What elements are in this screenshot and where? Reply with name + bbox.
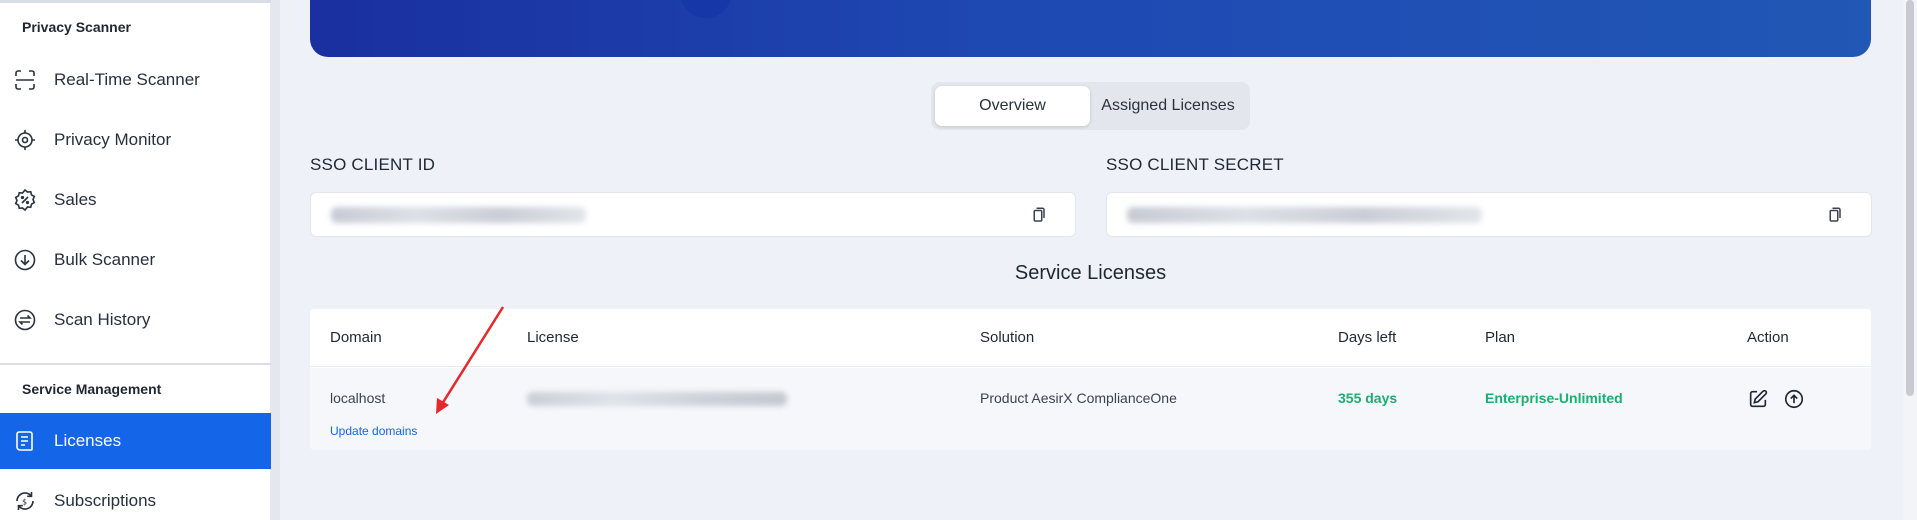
sidebar-item-licenses[interactable]: Licenses: [0, 413, 271, 469]
section-title-service-management: Service Management: [22, 381, 162, 397]
table-row: localhost Update domains Product AesirX …: [310, 368, 1871, 450]
copy-icon[interactable]: [1825, 206, 1843, 224]
sidebar-item-real-time-scanner[interactable]: Real-Time Scanner: [0, 52, 271, 108]
sidebar-item-scan-history[interactable]: Scan History: [0, 292, 271, 348]
sidebar-item-label: Licenses: [54, 431, 122, 450]
sidebar-item-label: Scan History: [54, 310, 151, 329]
sidebar: Privacy Scanner Real-Time Scanner Privac…: [0, 0, 271, 520]
sidebar-item-subscriptions[interactable]: $ Subscriptions: [0, 473, 271, 520]
section-title-privacy-scanner: Privacy Scanner: [22, 19, 131, 35]
column-domain: Domain: [330, 329, 382, 346]
column-plan: Plan: [1485, 329, 1516, 346]
subscription-icon: $: [12, 488, 38, 514]
sidebar-item-privacy-monitor[interactable]: Privacy Monitor: [0, 112, 271, 168]
plan-cell: Enterprise-Unlimited: [1485, 390, 1623, 406]
copy-icon[interactable]: [1029, 206, 1047, 224]
tab-overview[interactable]: Overview: [935, 86, 1090, 126]
discount-icon: [12, 187, 38, 213]
license-icon: [12, 428, 38, 454]
sidebar-gutter: [271, 0, 280, 520]
sidebar-item-label: Real-Time Scanner: [54, 70, 200, 89]
column-action: Action: [1747, 329, 1789, 346]
table-header: Domain License Solution Days left Plan A…: [310, 309, 1871, 367]
days-left-cell: 355 days: [1338, 390, 1398, 406]
sso-client-id-field[interactable]: [310, 192, 1076, 237]
sidebar-item-sales[interactable]: Sales: [0, 172, 271, 228]
column-days-left: Days left: [1338, 329, 1397, 346]
history-icon: [12, 307, 38, 333]
redacted-client-secret: [1127, 207, 1482, 223]
scan-icon: [12, 67, 38, 93]
licenses-table: Domain License Solution Days left Plan A…: [310, 309, 1871, 450]
column-license: License: [527, 329, 579, 346]
banner-decoration: [680, 0, 732, 18]
tab-assigned-licenses[interactable]: Assigned Licenses: [1090, 86, 1246, 126]
column-solution: Solution: [980, 329, 1035, 346]
scrollbar-thumb[interactable]: [1906, 0, 1914, 396]
sidebar-item-label: Sales: [54, 190, 97, 209]
sso-client-id-label: SSO CLIENT ID: [310, 155, 436, 174]
download-circle-icon: [12, 247, 38, 273]
svg-text:$: $: [22, 498, 27, 507]
sso-client-secret-field[interactable]: [1106, 192, 1872, 237]
monitor-icon: [12, 127, 38, 153]
sidebar-item-label: Subscriptions: [54, 491, 157, 510]
solution-cell: Product AesirX ComplianceOne: [980, 390, 1177, 406]
sidebar-item-bulk-scanner[interactable]: Bulk Scanner: [0, 232, 271, 288]
sidebar-divider: [0, 363, 271, 365]
sidebar-top-divider: [0, 0, 271, 3]
redacted-client-id: [331, 207, 586, 223]
upload-circle-icon[interactable]: [1783, 388, 1805, 410]
redacted-license-key: [527, 392, 787, 406]
tab-switcher: Overview Assigned Licenses: [931, 82, 1250, 130]
edit-icon[interactable]: [1747, 388, 1769, 410]
sidebar-item-label: Bulk Scanner: [54, 250, 156, 269]
service-licenses-heading: Service Licenses: [1014, 262, 1167, 284]
update-domains-link[interactable]: Update domains: [330, 424, 417, 438]
domain-cell: localhost: [330, 390, 386, 406]
sidebar-item-label: Privacy Monitor: [54, 130, 172, 149]
hero-banner: [310, 0, 1871, 57]
sso-client-secret-label: SSO CLIENT SECRET: [1106, 155, 1284, 174]
